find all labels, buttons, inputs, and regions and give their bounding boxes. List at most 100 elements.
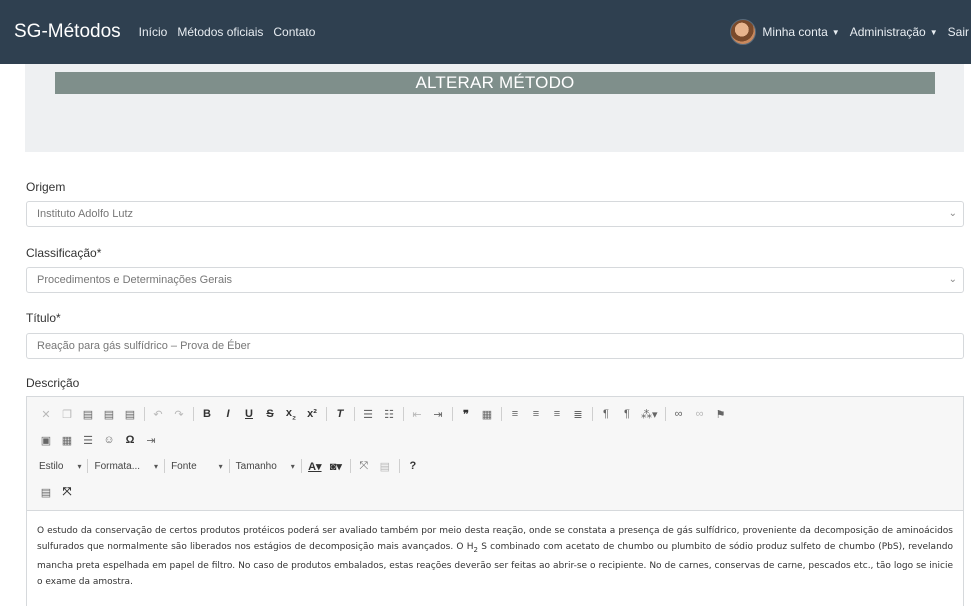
indent-icon[interactable]: ⇥ [431,408,445,421]
toolbar-separator [354,407,355,421]
language-icon[interactable]: ⁂▾ [641,408,658,421]
ltr-icon[interactable]: ¶ [599,408,613,420]
origem-value: Instituto Adolfo Lutz [37,208,134,220]
toolbar-separator [592,407,593,421]
nav-link-contato[interactable]: Contato [273,25,315,39]
chevron-down-icon: ⌄ [948,208,957,219]
toolbar-separator [193,407,194,421]
outdent-icon[interactable]: ⇤ [410,408,424,421]
special-char-icon[interactable]: Ω [123,434,137,446]
titulo-value: Reação para gás sulfídrico – Prova de Éb… [37,340,251,352]
font-combo[interactable]: Fonte ▾ [171,461,223,472]
admin-dropdown[interactable]: Administração ▼ [850,25,938,39]
toolbar-row-1: ✕ ❐ ▤ ▤ ▤ ↶ ↷ B I U S x₂ x² T ☰ ☷ ⇤ ⇥ ❞ … [39,401,951,427]
page-title: ALTERAR MÉTODO [55,72,935,94]
text-color-icon[interactable]: A▾ [308,460,322,473]
anchor-flag-icon[interactable]: ⚑ [714,408,728,421]
smiley-icon[interactable]: ☺ [102,434,116,446]
paste-icon[interactable]: ▤ [81,408,95,421]
toolbar-separator [403,407,404,421]
toolbar-row-3: Estilo ▾ Formata... ▾ Fonte ▾ Tamanho ▾ A▾ ◙… [39,453,951,479]
numbered-list-icon[interactable]: ☰ [361,408,375,421]
source-icon[interactable]: ▤ [39,486,53,499]
align-center-icon[interactable]: ≡ [529,408,543,420]
descricao-label: Descrição [26,376,80,390]
page-header: ALTERAR MÉTODO [25,64,964,152]
maximize-icon[interactable]: ⤧ [357,460,371,473]
bulleted-list-icon[interactable]: ☷ [382,408,396,421]
redo-icon[interactable]: ↷ [172,408,186,421]
align-justify-icon[interactable]: ≣ [571,408,585,421]
image-icon[interactable]: ▣ [39,434,53,447]
nav-right: Minha conta ▼ Administração ▼ Sair [730,19,971,45]
caret-down-icon: ▾ [290,461,295,471]
toolbar-separator [664,407,666,421]
paste-text-icon[interactable]: ▤ [102,408,116,421]
format-combo[interactable]: Formata... ▾ [94,461,158,472]
size-combo-label: Tamanho [235,460,277,472]
blockquote-icon[interactable]: ❞ [459,408,473,421]
underline-icon[interactable]: U [242,408,256,420]
toolbar-separator [326,407,327,421]
rtl-icon[interactable]: ¶ [620,408,634,420]
toolbar-separator [164,459,166,473]
nav-link-metodos-oficiais[interactable]: Métodos oficiais [177,25,263,39]
toolbar-separator [87,459,89,473]
align-left-icon[interactable]: ≡ [508,408,522,420]
italic-icon[interactable]: I [221,408,235,420]
style-combo[interactable]: Estilo ▾ [39,461,81,472]
toolbar-row-4: ▤ ⤧ [39,479,951,505]
account-dropdown[interactable]: Minha conta ▼ [762,25,839,39]
superscript-icon[interactable]: x² [305,408,319,420]
show-blocks-icon[interactable]: ▤ [378,460,392,473]
editor-content[interactable]: O estudo da conservação de certos produt… [27,511,963,590]
horizontal-line-icon[interactable]: ☰ [81,434,95,447]
strikethrough-icon[interactable]: S [263,408,277,420]
caret-down-icon: ▼ [929,27,938,37]
link-icon[interactable]: ∞ [672,408,686,420]
origem-label: Origem [26,180,66,194]
help-icon[interactable]: ? [406,460,420,472]
account-label: Minha conta [762,25,828,39]
toolbar-separator [398,459,400,473]
remove-format-icon[interactable]: T [333,408,347,420]
classificacao-value: Procedimentos e Determinações Gerais [37,274,233,286]
fullscreen-icon[interactable]: ⤧ [60,486,74,499]
toolbar-separator [349,459,351,473]
brand-logo[interactable]: SG-Métodos [14,21,121,43]
cut-icon[interactable]: ✕ [39,408,53,421]
table-icon[interactable]: ▦ [60,434,74,447]
chevron-down-icon: ⌄ [948,274,957,285]
div-container-icon[interactable]: ▦ [480,408,494,421]
avatar[interactable] [730,19,757,45]
undo-icon[interactable]: ↶ [151,408,165,421]
toolbar-separator [144,407,145,421]
subscript-icon[interactable]: x₂ [284,407,298,421]
rich-text-editor: ✕ ❐ ▤ ▤ ▤ ↶ ↷ B I U S x₂ x² T ☰ ☷ ⇤ ⇥ ❞ … [26,396,964,606]
navbar: SG-Métodos Início Métodos oficiais Conta… [0,0,971,64]
admin-label: Administração [849,25,926,39]
logout-link[interactable]: Sair [948,25,969,39]
caret-down-icon: ▼ [831,27,840,37]
style-combo-label: Estilo [39,460,64,472]
titulo-input[interactable]: Reação para gás sulfídrico – Prova de Éb… [26,333,964,359]
caret-down-icon: ▾ [77,461,82,471]
toolbar-row-2: ▣ ▦ ☰ ☺ Ω ⇥ [39,427,951,453]
format-combo-label: Formata... [94,460,141,472]
toolbar-separator [228,459,230,473]
page-break-icon[interactable]: ⇥ [144,434,158,447]
editor-toolbar: ✕ ❐ ▤ ▤ ▤ ↶ ↷ B I U S x₂ x² T ☰ ☷ ⇤ ⇥ ❞ … [27,397,963,511]
copy-icon[interactable]: ❐ [60,408,74,421]
unlink-icon[interactable]: ∞ [693,408,707,420]
origem-select[interactable]: Instituto Adolfo Lutz ⌄ [26,201,964,227]
classificacao-select[interactable]: Procedimentos e Determinações Gerais ⌄ [26,267,964,293]
toolbar-separator [300,459,302,473]
nav-link-inicio[interactable]: Início [139,25,168,39]
bold-icon[interactable]: B [200,408,214,420]
align-right-icon[interactable]: ≡ [550,408,564,420]
classificacao-label: Classificação* [26,246,102,260]
paste-word-icon[interactable]: ▤ [123,408,137,421]
font-combo-label: Fonte [171,460,197,472]
bg-color-icon[interactable]: ◙▾ [329,460,343,473]
size-combo[interactable]: Tamanho ▾ [236,461,295,472]
